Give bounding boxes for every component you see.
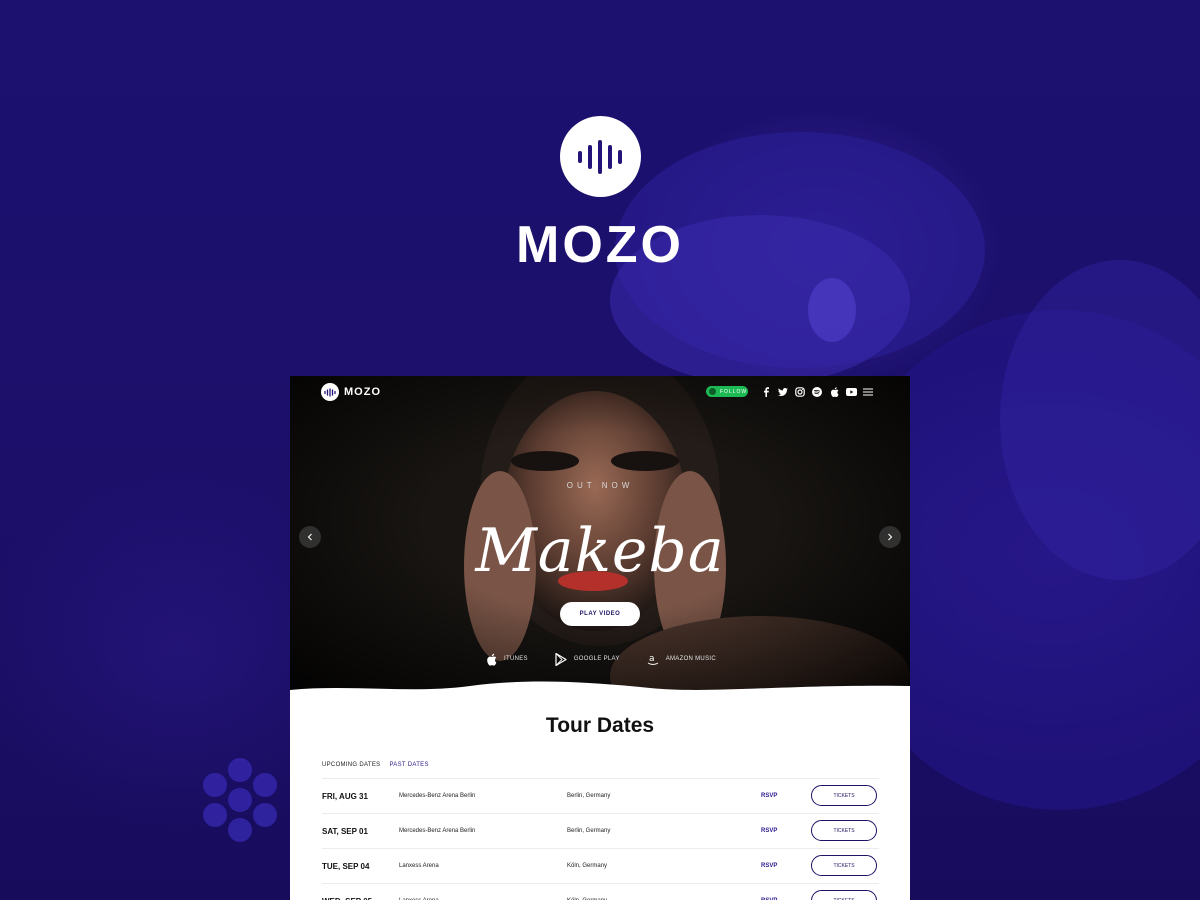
brand-name: MOZO: [516, 216, 684, 274]
tour-city: Köln, Germany: [567, 863, 608, 869]
play-video-button[interactable]: PLAY VIDEO: [560, 602, 640, 626]
google-play-icon: [554, 652, 568, 666]
tour-venue: Mercedes-Benz Arena Berlin: [399, 828, 476, 834]
facebook-icon[interactable]: [760, 386, 772, 398]
follow-label: FOLLOW: [720, 388, 748, 395]
tour-dates-title: Tour Dates: [545, 714, 655, 737]
tour-tabs: UPCOMING DATES PAST DATES: [322, 762, 429, 768]
tickets-button[interactable]: TICKETS: [811, 855, 877, 876]
tickets-button[interactable]: TICKETS: [811, 890, 877, 900]
tickets-button[interactable]: TICKETS: [811, 820, 877, 841]
store-label: GOOGLE PLAY: [573, 656, 620, 662]
tour-date: WED, SEP 05: [322, 884, 372, 900]
store-links: ITUNES GOOGLE PLAY a AMAZON MUSIC: [290, 652, 910, 666]
rsvp-link[interactable]: RSVP: [761, 849, 777, 883]
social-links: [760, 386, 879, 398]
apple-icon[interactable]: [828, 386, 840, 398]
amazon-icon: a: [646, 652, 660, 666]
store-link-amazon-music[interactable]: a AMAZON MUSIC: [646, 652, 716, 666]
store-link-google-play[interactable]: GOOGLE PLAY: [554, 652, 620, 666]
tour-date: SAT, SEP 01: [322, 826, 368, 836]
tab-upcoming-dates[interactable]: UPCOMING DATES: [322, 762, 380, 768]
menu-icon[interactable]: [862, 386, 874, 398]
tour-date: TUE, SEP 04: [322, 861, 370, 871]
rsvp-link[interactable]: RSVP: [761, 779, 777, 813]
tour-date: FRI, AUG 31: [322, 791, 368, 801]
tickets-button[interactable]: TICKETS: [811, 785, 877, 806]
tab-past-dates[interactable]: PAST DATES: [389, 762, 428, 768]
top-navigation: MOZO FOLLOW: [290, 376, 910, 408]
tour-date-row: TUE, SEP 04 Lanxess Arena Köln, Germany …: [322, 848, 879, 883]
tour-venue: Lanxess Arena: [399, 884, 439, 900]
rsvp-link[interactable]: RSVP: [761, 884, 777, 900]
album-title: Makeba: [475, 516, 725, 586]
tour-city: Berlin, Germany: [567, 828, 611, 834]
tour-dates-list: FRI, AUG 31 Mercedes-Benz Arena Berlin B…: [322, 778, 879, 900]
twitter-icon[interactable]: [777, 386, 789, 398]
svg-text:a: a: [649, 654, 655, 664]
instagram-icon[interactable]: [794, 386, 806, 398]
rsvp-link[interactable]: RSVP: [761, 814, 777, 848]
spotify-icon: [709, 388, 716, 395]
brand-header: MOZO: [0, 116, 1200, 271]
tour-venue: Lanxess Arena: [399, 863, 439, 869]
site-logo-text: MOZO: [344, 386, 381, 398]
tour-date-row: FRI, AUG 31 Mercedes-Benz Arena Berlin B…: [322, 778, 879, 813]
spotify-icon[interactable]: [811, 386, 823, 398]
tour-venue: Mercedes-Benz Arena Berlin: [399, 793, 476, 799]
sound-wave-icon: [559, 116, 641, 197]
hero-kicker: OUT NOW: [566, 481, 634, 490]
tour-date-row: WED, SEP 05 Lanxess Arena Köln, Germany …: [322, 883, 879, 900]
spotify-follow-button[interactable]: FOLLOW: [706, 386, 748, 397]
store-label: ITUNES: [504, 656, 528, 662]
website-preview: MOZO FOLLOW OUT NOW Makeba PLAY VIDEO IT…: [290, 376, 910, 900]
youtube-icon[interactable]: [845, 386, 857, 398]
site-logo[interactable]: MOZO: [321, 383, 381, 401]
tour-city: Köln, Germany: [567, 884, 607, 900]
tour-city: Berlin, Germany: [567, 793, 611, 799]
store-label: AMAZON MUSIC: [665, 656, 716, 662]
sound-wave-icon: [321, 383, 339, 401]
hero-section: MOZO FOLLOW OUT NOW Makeba PLAY VIDEO IT…: [290, 376, 910, 700]
store-link-itunes[interactable]: ITUNES: [484, 652, 528, 666]
apple-icon: [484, 652, 498, 666]
tour-date-row: SAT, SEP 01 Mercedes-Benz Arena Berlin B…: [322, 813, 879, 848]
